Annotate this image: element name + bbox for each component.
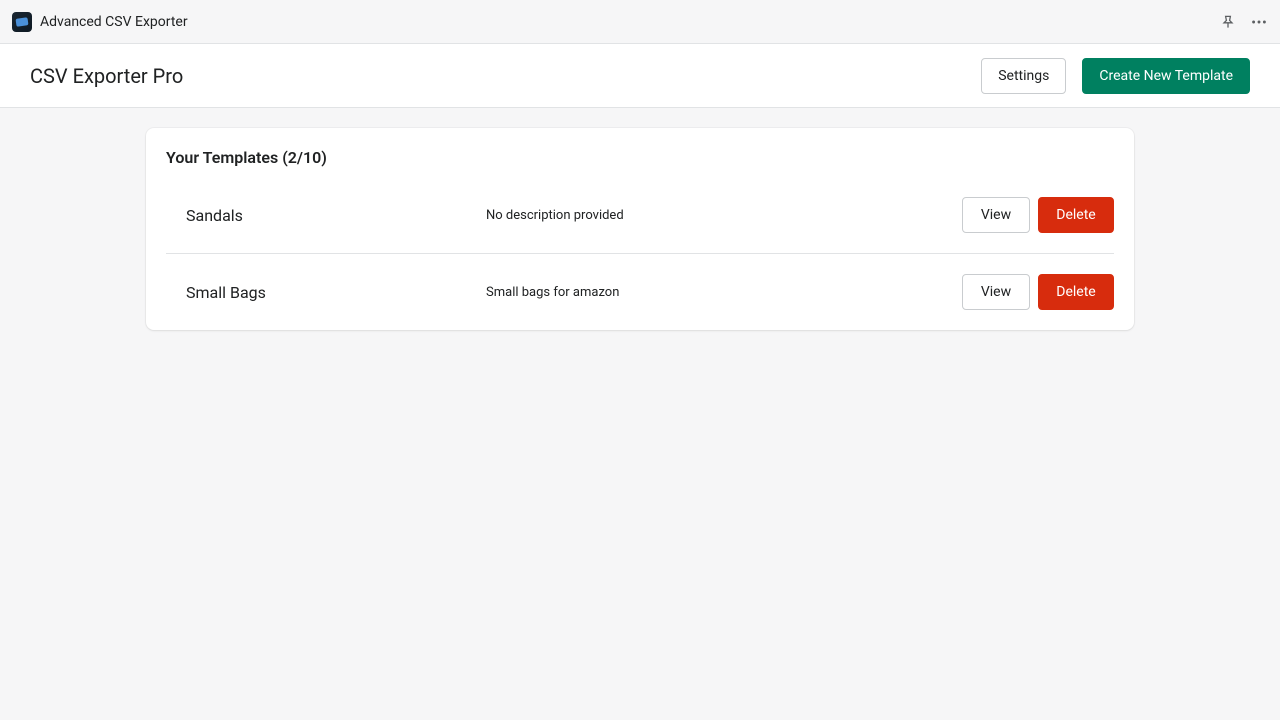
- template-row: Sandals No description provided View Del…: [166, 177, 1114, 254]
- view-button[interactable]: View: [962, 274, 1030, 310]
- template-name: Sandals: [186, 206, 486, 225]
- top-bar-left: Advanced CSV Exporter: [12, 12, 188, 32]
- template-description: No description provided: [486, 208, 962, 223]
- pin-icon[interactable]: [1220, 14, 1236, 30]
- main-content: Your Templates (2/10) Sandals No descrip…: [0, 108, 1280, 350]
- delete-button[interactable]: Delete: [1038, 274, 1114, 310]
- template-row: Small Bags Small bags for amazon View De…: [166, 254, 1114, 310]
- more-icon[interactable]: [1250, 13, 1268, 31]
- app-title: Advanced CSV Exporter: [40, 14, 188, 30]
- top-bar: Advanced CSV Exporter: [0, 0, 1280, 44]
- create-new-template-button[interactable]: Create New Template: [1082, 58, 1250, 94]
- app-icon: [12, 12, 32, 32]
- settings-button[interactable]: Settings: [981, 58, 1066, 94]
- template-description: Small bags for amazon: [486, 285, 962, 300]
- templates-heading: Your Templates (2/10): [166, 148, 1114, 167]
- page-header: CSV Exporter Pro Settings Create New Tem…: [0, 44, 1280, 108]
- header-actions: Settings Create New Template: [981, 58, 1250, 94]
- templates-card: Your Templates (2/10) Sandals No descrip…: [146, 128, 1134, 330]
- template-actions: View Delete: [962, 197, 1114, 233]
- view-button[interactable]: View: [962, 197, 1030, 233]
- template-actions: View Delete: [962, 274, 1114, 310]
- delete-button[interactable]: Delete: [1038, 197, 1114, 233]
- template-name: Small Bags: [186, 283, 486, 302]
- top-bar-right: [1220, 13, 1268, 31]
- page-title: CSV Exporter Pro: [30, 64, 183, 88]
